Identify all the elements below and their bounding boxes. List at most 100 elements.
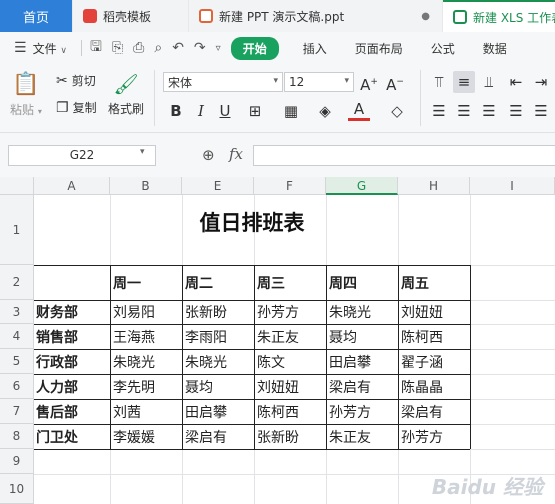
tab-docer-templates[interactable]: 稻壳模板 [73, 0, 188, 32]
fill-color-icon[interactable]: ▦ [280, 100, 302, 122]
tab-xls-worksheet[interactable]: 新建 XLS 工作表 [443, 0, 555, 32]
column-header-a[interactable]: A [34, 177, 110, 195]
save-icon[interactable]: 🖫 [90, 36, 102, 60]
column-header-i[interactable]: I [470, 177, 555, 195]
cell[interactable]: 朱晓光 [327, 300, 398, 324]
cell-header-tue[interactable]: 周二 [183, 265, 254, 300]
cell[interactable]: 王海燕 [111, 324, 182, 349]
cell-dept[interactable]: 人力部 [34, 374, 110, 399]
menu-start[interactable]: 开始 [230, 36, 279, 60]
menu-data[interactable]: 数据 [483, 40, 507, 57]
decrease-font-icon[interactable]: A− [384, 71, 406, 94]
cell[interactable]: 田启攀 [327, 349, 398, 374]
row-header-3[interactable]: 3 [0, 300, 34, 324]
export-pdf-icon[interactable]: ⎘ [112, 40, 123, 56]
cell[interactable]: 聂均 [183, 374, 254, 399]
spreadsheet-grid[interactable]: A B E F G H I 1 2 3 4 5 6 7 8 9 10 值日排班表… [0, 177, 555, 504]
cell[interactable]: 孙芳方 [255, 300, 326, 324]
column-header-g[interactable]: G [326, 177, 398, 195]
eraser-icon[interactable]: ◇ [386, 100, 408, 122]
cell[interactable]: 陈柯西 [255, 399, 326, 424]
zoom-search-icon[interactable]: ⊕ [202, 146, 215, 164]
cell-dept[interactable]: 财务部 [34, 300, 110, 324]
cell[interactable]: 朱晓光 [183, 349, 254, 374]
indent-decrease-icon[interactable]: ⇤ [505, 71, 527, 93]
cell-header-thu[interactable]: 周四 [327, 265, 398, 300]
print-icon[interactable]: ⎙ [133, 40, 144, 56]
column-header-h[interactable]: H [398, 177, 470, 195]
cell[interactable]: 聂均 [327, 324, 398, 349]
row-header-1[interactable]: 1 [0, 195, 34, 265]
cell[interactable]: 李媛媛 [111, 424, 182, 449]
cell[interactable]: 陈文 [255, 349, 326, 374]
italic-icon[interactable]: I [190, 100, 212, 122]
font-name-select[interactable]: 宋体 ▾ [163, 72, 283, 92]
paint-bucket-icon[interactable]: ◈ [314, 100, 336, 122]
row-header-2[interactable]: 2 [0, 265, 34, 300]
cut-button[interactable]: ✂ 剪切 [56, 72, 96, 89]
print-preview-icon[interactable]: ⌕ [154, 40, 162, 56]
menu-file[interactable]: 文件 ∨ [33, 40, 67, 57]
bold-icon[interactable]: B [165, 100, 187, 122]
cell[interactable]: 刘易阳 [111, 300, 182, 324]
align-top-icon[interactable]: ⫪ [428, 71, 450, 93]
undo-icon[interactable]: ↶ [172, 40, 184, 56]
align-center-icon[interactable]: ☰ [453, 100, 475, 122]
align-middle-icon[interactable]: ≡ [453, 71, 475, 93]
cell-dept[interactable]: 售后部 [34, 399, 110, 424]
fx-icon[interactable]: fx [229, 145, 243, 163]
justify-icon[interactable]: ☰ [505, 100, 527, 122]
cell[interactable]: 刘妞妞 [255, 374, 326, 399]
cell[interactable]: 刘妞妞 [399, 300, 470, 324]
cell[interactable]: 张新盼 [255, 424, 326, 449]
tab-ppt-document[interactable]: 新建 PPT 演示文稿.ppt ● [189, 0, 442, 32]
customize-chevron-icon[interactable]: ▿ [216, 43, 221, 54]
column-header-e[interactable]: E [182, 177, 254, 195]
cell[interactable]: 朱正友 [327, 424, 398, 449]
cell-header-fri[interactable]: 周五 [399, 265, 470, 300]
align-right-icon[interactable]: ☰ [478, 100, 500, 122]
copy-button[interactable]: ❐ 复制 [56, 99, 97, 116]
cell[interactable]: 孙芳方 [327, 399, 398, 424]
cell-dept[interactable]: 行政部 [34, 349, 110, 374]
cell[interactable]: 孙芳方 [399, 424, 470, 449]
redo-icon[interactable]: ↷ [194, 40, 206, 56]
cell-dept[interactable]: 销售部 [34, 324, 110, 349]
cell[interactable]: 梁启有 [183, 424, 254, 449]
column-header-b[interactable]: B [110, 177, 182, 195]
cell[interactable]: 朱正友 [255, 324, 326, 349]
indent-increase-icon[interactable]: ⇥ [530, 71, 552, 93]
row-header-6[interactable]: 6 [0, 374, 34, 399]
cell[interactable]: 陈晶晶 [399, 374, 470, 399]
paste-button[interactable]: 📋 粘贴 ▾ [10, 72, 42, 118]
row-header-5[interactable]: 5 [0, 349, 34, 374]
chevron-down-icon[interactable]: ▾ [140, 147, 145, 157]
cell-header-wed[interactable]: 周三 [255, 265, 326, 300]
align-bottom-icon[interactable]: ⫫ [478, 71, 500, 93]
cell-dept[interactable]: 门卫处 [34, 424, 110, 449]
row-header-4[interactable]: 4 [0, 324, 34, 349]
cell[interactable]: 朱晓光 [111, 349, 182, 374]
name-box[interactable]: G22 [8, 145, 156, 166]
align-left-icon[interactable]: ☰ [428, 100, 450, 122]
cell[interactable]: 翟子涵 [399, 349, 470, 374]
font-size-select[interactable]: 12 ▾ [284, 72, 354, 92]
underline-icon[interactable]: U [214, 100, 236, 122]
row-header-9[interactable]: 9 [0, 449, 34, 474]
distributed-icon[interactable]: ☰ [530, 100, 552, 122]
cell[interactable]: 田启攀 [183, 399, 254, 424]
select-all-corner[interactable] [0, 177, 34, 195]
cell[interactable]: 梁启有 [399, 399, 470, 424]
row-header-7[interactable]: 7 [0, 399, 34, 424]
cell[interactable]: 李雨阳 [183, 324, 254, 349]
increase-font-icon[interactable]: A+ [358, 71, 380, 94]
cell[interactable]: 张新盼 [183, 300, 254, 324]
cell[interactable]: 梁启有 [327, 374, 398, 399]
menu-formula[interactable]: 公式 [431, 40, 455, 57]
tab-home[interactable]: 首页 [0, 0, 72, 32]
cell[interactable]: 陈柯西 [399, 324, 470, 349]
row-header-8[interactable]: 8 [0, 424, 34, 449]
menu-page-layout[interactable]: 页面布局 [355, 40, 403, 57]
format-painter-button[interactable]: 🖌 格式刷 [108, 72, 144, 117]
cell-header-mon[interactable]: 周一 [111, 265, 182, 300]
